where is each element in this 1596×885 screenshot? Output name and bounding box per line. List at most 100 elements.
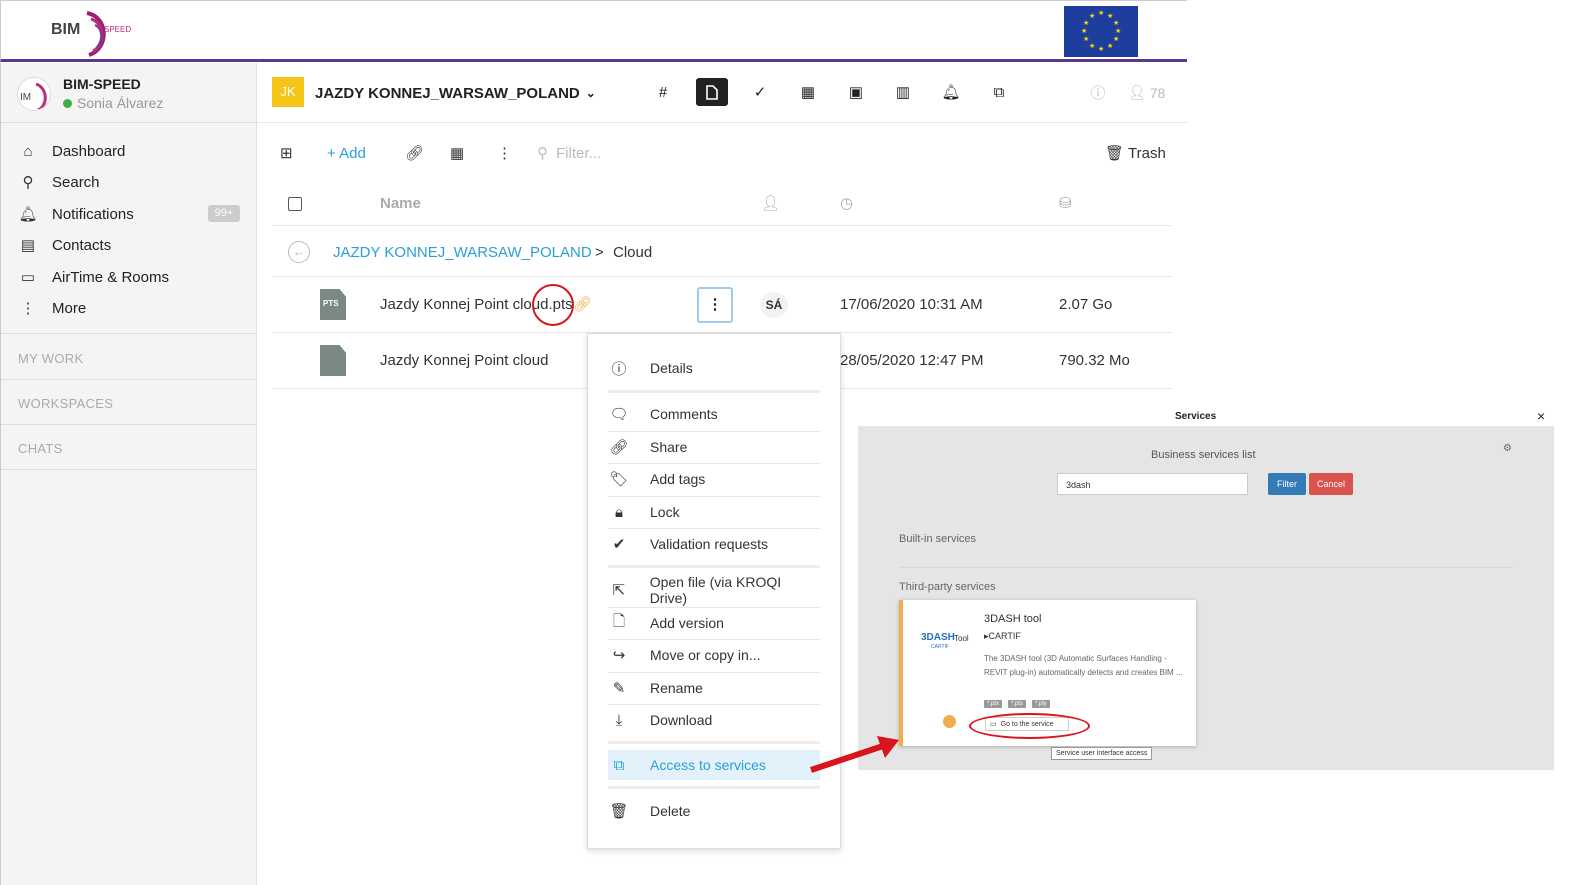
video-icon: ▭	[20, 269, 36, 286]
sidebar-item-search[interactable]: ⚲ Search	[18, 171, 100, 193]
contacts-icon: ▤	[20, 237, 36, 254]
breadcrumb-root[interactable]: JAZDY KONNEJ_WARSAW_POLAND	[333, 244, 592, 261]
chart-icon: ▥	[895, 84, 911, 101]
app-avatar[interactable]: IM	[17, 77, 51, 111]
menu-item-details[interactable]: ⓘ Details	[608, 353, 820, 383]
trash-icon: 🗑︎	[609, 803, 629, 820]
section-workspaces[interactable]: WORKSPACES	[18, 396, 113, 411]
search-icon: ⚲	[537, 145, 548, 162]
menu-item-open-file[interactable]: ⇱ Open file (via KROQI Drive)	[608, 574, 820, 606]
hash-icon: #	[658, 83, 668, 101]
tab-alerts[interactable]: 🔔︎	[935, 78, 967, 106]
service-description: The 3DASH tool (3D Automatic Surfaces Ha…	[984, 654, 1183, 677]
workspace-selector[interactable]: JAZDY KONNEJ_WARSAW_POLAND ⌄	[315, 82, 596, 104]
home-icon: ⌂	[23, 142, 33, 160]
pts-file-icon: PTS	[320, 289, 346, 320]
file-icon	[706, 84, 718, 100]
check-icon: ✓	[753, 84, 767, 101]
menu-item-validation-requests[interactable]: ✔︎ Validation requests	[608, 529, 820, 559]
workspace-info-button[interactable]: ⓘ	[1082, 78, 1114, 106]
sidebar-item-notifications[interactable]: 🔔︎ Notifications	[18, 203, 133, 225]
logo-subtext: SPEED	[104, 25, 132, 34]
user-icon: 👤︎	[1128, 84, 1146, 100]
section-chats[interactable]: CHATS	[18, 441, 63, 456]
tab-files[interactable]	[696, 78, 728, 106]
add-button[interactable]: + Add	[327, 142, 366, 164]
link-icon: 🔗︎	[609, 439, 629, 456]
sidebar-item-dashboard[interactable]: ⌂ Dashboard	[18, 140, 125, 162]
svg-text:IM: IM	[20, 92, 31, 103]
grid-view-button[interactable]: ▦	[450, 142, 464, 164]
grid-icon: ▦	[450, 145, 465, 162]
bell-icon: 🔔︎	[18, 206, 38, 223]
info-icon: ⓘ	[1090, 84, 1106, 102]
trash-button[interactable]: 🗑︎ Trash	[1105, 142, 1166, 164]
sidebar: IM BIM-SPEED Sonia Álvarez ⌂ Dashboard ⚲ S…	[0, 63, 257, 885]
info-icon: ⓘ	[611, 360, 627, 378]
menu-item-comments[interactable]: 🗨︎ Comments	[608, 399, 820, 429]
services-close-button[interactable]: ×	[1537, 408, 1545, 424]
tab-calendar[interactable]: ▦	[792, 78, 824, 106]
download-icon: ⤓	[615, 711, 623, 729]
pencil-icon: ✎	[612, 680, 626, 697]
services-search-input[interactable]: 3dash	[1057, 473, 1248, 495]
name-column-header[interactable]: Name	[380, 195, 421, 212]
tree-view-button[interactable]: ⊞	[280, 142, 293, 164]
section-my-work[interactable]: MY WORK	[18, 351, 83, 366]
add-version-icon: 🗋︎	[612, 612, 626, 630]
menu-item-add-tags[interactable]: 🏷︎ Add tags	[608, 464, 820, 494]
members-button[interactable]: 👤︎ 78	[1128, 84, 1165, 101]
more-icon: ⋮	[497, 145, 512, 162]
back-button[interactable]: ←	[288, 241, 310, 263]
file-name[interactable]: Jazdy Konnej Point cloud	[380, 352, 548, 369]
menu-item-access-to-services[interactable]: ⧉ Access to services	[608, 750, 820, 780]
tab-tasks[interactable]: ✓	[744, 78, 776, 106]
services-cancel-button[interactable]: Cancel	[1309, 473, 1353, 495]
app-name: BIM-SPEED	[63, 76, 141, 92]
builtin-services-label: Built-in services	[899, 533, 977, 545]
owner-column-icon[interactable]: 👤︎	[761, 194, 780, 212]
sidebar-item-contacts[interactable]: ▤ Contacts	[18, 234, 111, 256]
date-column-icon[interactable]: ◷	[840, 194, 853, 212]
tab-channels[interactable]: #	[647, 78, 679, 106]
file-size: 2.07 Go	[1059, 296, 1113, 313]
sidebar-item-more[interactable]: ⋮ More	[18, 297, 87, 319]
user-name[interactable]: Sonia Álvarez	[77, 95, 163, 111]
gear-icon[interactable]: ⚙	[1503, 443, 1512, 454]
annotation-arrow	[810, 736, 899, 773]
file-context-menu: ⓘ Details 🗨︎ Comments 🔗︎ Share 🏷︎ Add tags 🔒…	[587, 333, 841, 849]
services-filter-button[interactable]: Filter	[1268, 473, 1306, 495]
row-actions-button[interactable]: ⋮	[697, 287, 733, 323]
menu-item-add-version[interactable]: 🗋︎ Add version	[608, 608, 820, 638]
filter-placeholder: Filter...	[556, 144, 602, 162]
workspace-badge: JK	[272, 77, 304, 107]
annotation-ellipse-go-to-service	[969, 713, 1090, 739]
service-logo: 3DASH Tool CARTIF	[921, 632, 969, 650]
tab-services[interactable]: ⧉	[983, 78, 1015, 106]
size-column-icon[interactable]: ⛁	[1059, 194, 1072, 212]
select-all-checkbox[interactable]	[288, 197, 302, 211]
comment-icon: 🗨︎	[609, 406, 629, 423]
thirdparty-services-label: Third-party services	[899, 581, 996, 593]
menu-item-download[interactable]: ⤓ Download	[608, 705, 820, 735]
file-icon	[320, 345, 346, 376]
tree-icon: ⊞	[280, 145, 293, 162]
puzzle-icon: ⧉	[993, 83, 1005, 101]
owner-avatar[interactable]: SÁ	[760, 292, 788, 318]
check-circle-icon: ✔︎	[612, 536, 626, 553]
link-button[interactable]: 🔗︎	[405, 142, 424, 164]
annotation-circle-pts	[532, 284, 574, 326]
more-options-button[interactable]: ⋮	[497, 142, 512, 164]
filter-field[interactable]: ⚲ Filter...	[537, 142, 601, 164]
chevron-down-icon: ⌄	[585, 86, 596, 100]
menu-item-lock[interactable]: 🔒︎ Lock	[608, 497, 820, 527]
menu-item-share[interactable]: 🔗︎ Share	[608, 432, 820, 462]
tab-stats[interactable]: ▥	[887, 78, 919, 106]
tab-briefcase[interactable]: ▣	[840, 78, 872, 106]
sidebar-item-airtime[interactable]: ▭ AirTime & Rooms	[18, 266, 169, 288]
link-icon: 🔗︎	[405, 145, 425, 162]
menu-item-rename[interactable]: ✎ Rename	[608, 673, 820, 703]
menu-item-move-copy[interactable]: ↪ Move or copy in...	[608, 640, 820, 670]
shared-link-icon: 🔗︎	[573, 296, 593, 313]
menu-item-delete[interactable]: 🗑︎ Delete	[608, 796, 820, 826]
